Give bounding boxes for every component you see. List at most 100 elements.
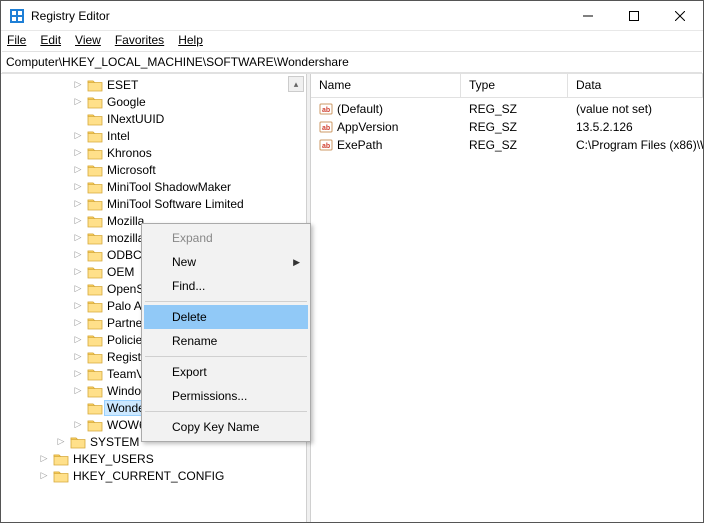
tree-item[interactable]: ▷ESET (1, 76, 306, 93)
app-icon (9, 8, 25, 24)
ctx-delete[interactable]: Delete (144, 305, 308, 329)
expander-icon (71, 401, 85, 415)
folder-icon (87, 333, 103, 347)
expander-icon[interactable]: ▷ (71, 95, 85, 109)
tree-item-label: HKEY_USERS (71, 452, 156, 466)
expander-icon[interactable]: ▷ (71, 333, 85, 347)
folder-icon (87, 78, 103, 92)
expander-icon[interactable]: ▷ (71, 78, 85, 92)
address-bar[interactable]: Computer\HKEY_LOCAL_MACHINE\SOFTWARE\Won… (2, 51, 702, 73)
tree-item-label: MiniTool Software Limited (105, 197, 246, 211)
tree-item[interactable]: ▷Intel (1, 127, 306, 144)
list-row[interactable]: abExePathREG_SZC:\Program Files (x86)\Wo… (311, 136, 703, 154)
list-row[interactable]: ab(Default)REG_SZ(value not set) (311, 100, 703, 118)
ctx-separator (145, 301, 307, 302)
folder-icon (87, 367, 103, 381)
value-data: C:\Program Files (x86)\Wond (568, 138, 703, 152)
menu-help[interactable]: Help (178, 33, 203, 47)
svg-text:ab: ab (322, 143, 330, 150)
expander-icon[interactable]: ▷ (71, 197, 85, 211)
col-header-type[interactable]: Type (461, 74, 568, 97)
folder-icon (87, 418, 103, 432)
list-row[interactable]: ab AppVersion REG_SZ13.5.2.126 (311, 118, 703, 136)
tree-item-label: Google (105, 95, 148, 109)
col-header-data[interactable]: Data (568, 74, 703, 97)
window-buttons (565, 1, 703, 30)
value-type: REG_SZ (461, 120, 568, 134)
expander-icon[interactable]: ▷ (71, 214, 85, 228)
expander-icon[interactable]: ▷ (71, 146, 85, 160)
folder-icon (70, 435, 86, 449)
value-name: ExePath (337, 138, 382, 152)
expander-icon[interactable]: ▷ (71, 299, 85, 313)
expander-icon[interactable]: ▷ (71, 180, 85, 194)
tree-item[interactable]: ▷ MiniTool Software Limited (1, 195, 306, 212)
expander-icon[interactable]: ▷ (54, 435, 68, 449)
expander-icon[interactable]: ▷ (71, 367, 85, 381)
address-path: Computer\HKEY_LOCAL_MACHINE\SOFTWARE\Won… (6, 55, 349, 69)
string-value-icon: ab (319, 138, 333, 152)
tree-item[interactable]: ▷ Google (1, 93, 306, 110)
expander-icon[interactable]: ▷ (37, 469, 51, 483)
folder-icon (87, 282, 103, 296)
scroll-up-button[interactable]: ▴ (288, 76, 304, 92)
ctx-rename[interactable]: Rename (144, 329, 308, 353)
menu-file[interactable]: File (7, 33, 26, 47)
expander-icon[interactable]: ▷ (71, 350, 85, 364)
col-header-name[interactable]: Name (311, 74, 461, 97)
expander-icon[interactable]: ▷ (71, 282, 85, 296)
tree-item-label: Microsoft (105, 163, 158, 177)
tree-item-label: Khronos (105, 146, 154, 160)
menu-edit[interactable]: Edit (40, 33, 61, 47)
tree-item[interactable]: ▷HKEY_CURRENT_CONFIG (1, 467, 306, 484)
ctx-separator (145, 356, 307, 357)
list-body[interactable]: ab(Default)REG_SZ(value not set)abAppVer… (311, 98, 703, 522)
folder-icon (87, 350, 103, 364)
ctx-permissions[interactable]: Permissions... (144, 384, 308, 408)
expander-icon[interactable]: ▷ (71, 129, 85, 143)
tree-item[interactable]: ▷ Khronos (1, 144, 306, 161)
minimize-button[interactable] (565, 1, 611, 30)
folder-icon (87, 299, 103, 313)
submenu-arrow-icon: ▶ (293, 257, 300, 268)
tree-item-label: INextUUID (105, 112, 166, 126)
ctx-find[interactable]: Find... (144, 274, 308, 298)
expander-icon[interactable]: ▷ (71, 316, 85, 330)
tree-item-label: SYSTEM (88, 435, 141, 449)
list-pane: Name Type Data ab(Default)REG_SZ(value n… (311, 74, 703, 522)
list-header: Name Type Data (311, 74, 703, 98)
window-title: Registry Editor (31, 9, 565, 23)
tree-item[interactable]: ▷ HKEY_USERS (1, 450, 306, 467)
menu-favorites[interactable]: Favorites (115, 33, 164, 47)
menu-view[interactable]: View (75, 33, 101, 47)
string-value-icon: ab (319, 102, 333, 116)
svg-text:ab: ab (322, 125, 330, 132)
ctx-export[interactable]: Export (144, 360, 308, 384)
folder-icon (87, 231, 103, 245)
close-button[interactable] (657, 1, 703, 30)
folder-icon (87, 197, 103, 211)
ctx-new[interactable]: New▶ (144, 250, 308, 274)
tree-item[interactable]: ▷ Microsoft (1, 161, 306, 178)
value-name: AppVersion (337, 120, 398, 134)
value-data: 13.5.2.126 (568, 120, 703, 134)
expander-icon[interactable]: ▷ (71, 384, 85, 398)
ctx-expand[interactable]: Expand (144, 226, 308, 250)
expander-icon[interactable]: ▷ (71, 163, 85, 177)
folder-icon (87, 95, 103, 109)
folder-icon (87, 180, 103, 194)
maximize-button[interactable] (611, 1, 657, 30)
expander-icon[interactable]: ▷ (71, 418, 85, 432)
expander-icon[interactable]: ▷ (71, 265, 85, 279)
content-area: ▴ ▷ESET▷GoogleINextUUID▷Intel▷Khronos▷Mi… (1, 73, 703, 522)
tree-item-label: OEM (105, 265, 136, 279)
tree-item[interactable]: ▷MiniTool ShadowMaker (1, 178, 306, 195)
expander-icon[interactable]: ▷ (71, 231, 85, 245)
ctx-copy-key-name[interactable]: Copy Key Name (144, 415, 308, 439)
expander-icon[interactable]: ▷ (37, 452, 51, 466)
expander-icon (71, 112, 85, 126)
expander-icon[interactable]: ▷ (71, 248, 85, 262)
folder-icon (87, 316, 103, 330)
folder-icon (87, 248, 103, 262)
tree-item[interactable]: INextUUID (1, 110, 306, 127)
